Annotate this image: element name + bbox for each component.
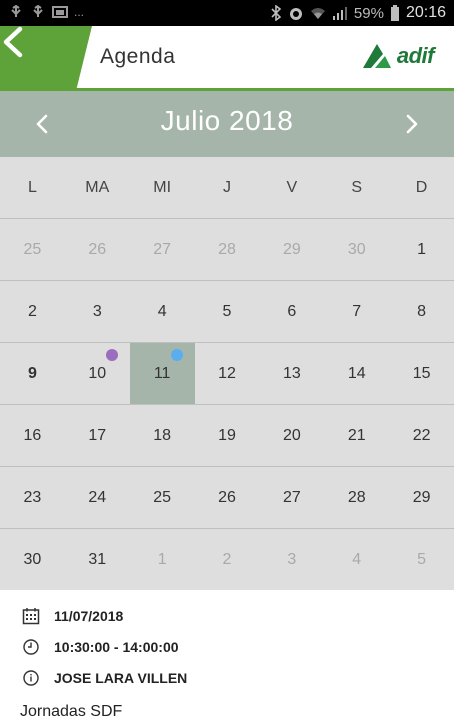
adif-logo: adif <box>361 42 435 70</box>
info-icon <box>23 670 39 686</box>
calendar-day-other-month[interactable]: 28 <box>195 219 260 280</box>
calendar-day[interactable]: 29 <box>389 467 454 528</box>
calendar-day-other-month[interactable]: 3 <box>259 529 324 590</box>
calendar-day-number: 10 <box>88 365 107 382</box>
month-header: Julio 2018 <box>0 91 454 157</box>
calendar-day[interactable]: 26 <box>195 467 260 528</box>
calendar-day[interactable]: 31 <box>65 529 130 590</box>
weekday-label: J <box>223 179 231 196</box>
weekday-label: MA <box>85 179 110 196</box>
battery-icon <box>390 5 399 21</box>
calendar-day[interactable]: 18 <box>130 405 195 466</box>
adif-logo-icon <box>362 44 391 68</box>
calendar-day[interactable]: 30 <box>0 529 65 590</box>
calendar-day[interactable]: 5 <box>195 281 260 342</box>
event-title: Jornadas SDF <box>20 703 123 720</box>
usb-icon <box>11 5 21 17</box>
calendar-day-selected[interactable]: 11 <box>129 343 195 404</box>
calendar-day[interactable]: 7 <box>324 281 389 342</box>
page-title: Agenda <box>100 45 176 68</box>
calendar-day[interactable]: 24 <box>65 467 130 528</box>
calendar-day[interactable]: 28 <box>324 467 389 528</box>
event-time: 10:30:00 - 14:00:00 <box>54 639 179 655</box>
usb-icon <box>33 5 43 17</box>
image-icon <box>52 6 68 18</box>
calendar-week: 25 26 27 28 29 30 1 <box>0 219 454 281</box>
event-time-row: 10:30:00 - 14:00:00 <box>22 638 179 656</box>
event-date-row: 11/07/2018 <box>22 607 123 625</box>
calendar-day[interactable]: 21 <box>324 405 389 466</box>
clock-icon <box>23 639 39 655</box>
weekday-label: MI <box>153 179 172 196</box>
calendar-day[interactable]: 8 <box>389 281 454 342</box>
calendar-day[interactable]: 12 <box>195 343 260 404</box>
more-notifications: ... <box>74 5 85 19</box>
wifi-icon <box>310 8 325 19</box>
calendar-day-other-month[interactable]: 5 <box>389 529 454 590</box>
calendar-day-other-month[interactable]: 27 <box>130 219 195 280</box>
calendar-day-other-month[interactable]: 29 <box>259 219 324 280</box>
calendar-day[interactable]: 13 <box>259 343 324 404</box>
calendar-day-other-month[interactable]: 4 <box>324 529 389 590</box>
calendar-grid: L MA MI J V S D 25 26 27 28 29 30 1 2 3 … <box>0 157 454 590</box>
event-person: JOSE LARA VILLEN <box>54 670 188 686</box>
calendar-day[interactable]: 25 <box>130 467 195 528</box>
event-dot-purple <box>105 349 118 361</box>
weekday-label: S <box>351 179 363 196</box>
calendar-day[interactable]: 22 <box>389 405 454 466</box>
calendar-day[interactable]: 4 <box>130 281 195 342</box>
calendar-week: 16 17 18 19 20 21 22 <box>0 405 454 467</box>
event-dot-blue <box>170 349 183 361</box>
next-month-button[interactable] <box>396 109 426 139</box>
calendar-week: 9 10 11 12 13 14 15 <box>0 343 454 405</box>
calendar-day[interactable]: 27 <box>259 467 324 528</box>
event-person-row: JOSE LARA VILLEN <box>22 669 187 687</box>
status-bar: ... 59% 20:16 <box>0 0 454 26</box>
calendar-day-today[interactable]: 9 <box>0 343 65 404</box>
calendar-day-number: 11 <box>153 365 171 382</box>
calendar-day[interactable]: 20 <box>259 405 324 466</box>
weekday-label: V <box>286 179 298 196</box>
alarm-icon <box>289 8 302 20</box>
calendar-week: 23 24 25 26 27 28 29 <box>0 467 454 529</box>
calendar-day[interactable]: 14 <box>324 343 389 404</box>
calendar-day[interactable]: 16 <box>0 405 65 466</box>
app-bar: Agenda adif <box>0 26 454 91</box>
calendar-day[interactable]: 17 <box>65 405 130 466</box>
calendar-day[interactable]: 19 <box>195 405 260 466</box>
calendar-day[interactable]: 6 <box>259 281 324 342</box>
status-bar-notifications: ... <box>8 5 84 19</box>
event-details: 11/07/2018 10:30:00 - 14:00:00 JOSE LARA… <box>0 590 454 720</box>
calendar-week: 2 3 4 5 6 7 8 <box>0 281 454 343</box>
signal-icon <box>332 7 347 20</box>
status-bar-system: 59% 20:16 <box>270 4 446 22</box>
weekday-label: D <box>415 179 428 196</box>
weekday-header: L MA MI J V S D <box>0 157 454 219</box>
month-title: Julio 2018 <box>160 105 294 136</box>
battery-percent: 59% <box>353 4 384 22</box>
calendar-day-other-month[interactable]: 26 <box>65 219 130 280</box>
calendar-day[interactable]: 15 <box>389 343 454 404</box>
calendar-day-other-month[interactable]: 25 <box>0 219 65 280</box>
clock: 20:16 <box>405 4 446 21</box>
calendar-day[interactable]: 23 <box>0 467 65 528</box>
calendar-day[interactable]: 3 <box>65 281 130 342</box>
adif-logo-text: adif <box>396 43 435 68</box>
event-date: 11/07/2018 <box>54 608 124 624</box>
calendar-day-other-month[interactable]: 30 <box>324 219 389 280</box>
calendar-day[interactable]: 2 <box>0 281 65 342</box>
calendar-week: 30 31 1 2 3 4 5 <box>0 529 454 591</box>
calendar-day-with-event[interactable]: 10 <box>65 343 130 404</box>
calendar-day-other-month[interactable]: 2 <box>195 529 260 590</box>
chevron-left-icon <box>3 26 23 58</box>
calendar-icon <box>22 608 40 625</box>
back-button[interactable] <box>0 26 92 91</box>
calendar-day[interactable]: 1 <box>389 219 454 280</box>
bluetooth-icon <box>271 5 282 21</box>
calendar-day-other-month[interactable]: 1 <box>130 529 195 590</box>
weekday-label: L <box>27 179 37 196</box>
